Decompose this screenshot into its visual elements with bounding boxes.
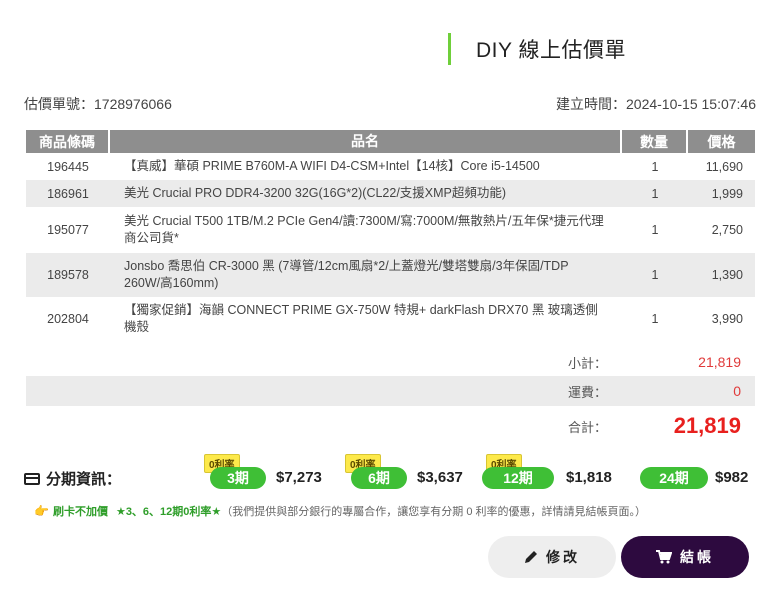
row-qty: 1: [622, 180, 688, 207]
installment-term: 24期: [640, 467, 708, 489]
row-code: 189578: [26, 253, 110, 297]
total-label: 合計：: [567, 419, 607, 435]
row-code: 196445: [26, 153, 110, 180]
quote-number: 估價單號：1728976066: [24, 96, 172, 112]
page-header: DIY 線上估價單: [448, 33, 626, 65]
header-price: 價格: [688, 130, 755, 153]
table-row: 186961 美光 Crucial PRO DDR4-3200 32G(16G*…: [26, 180, 755, 207]
row-price: 3,990: [688, 297, 755, 341]
cart-icon: [656, 550, 672, 564]
row-code: 195077: [26, 207, 110, 253]
header-qty: 數量: [622, 130, 688, 153]
installment-amount: $982: [715, 469, 749, 486]
subtotal-label: 小計：: [567, 355, 607, 371]
row-name: 美光 Crucial PRO DDR4-3200 32G(16G*2)(CL22…: [110, 180, 622, 207]
installment-label: 分期資訊：: [46, 471, 122, 488]
row-name: 【真威】華碩 PRIME B760M-A WIFI D4-CSM+Intel【1…: [110, 153, 622, 180]
row-code: 186961: [26, 180, 110, 207]
row-name: Jonsbo 喬思伯 CR-3000 黑 (7導管/12cm風扇*2/上蓋燈光/…: [110, 253, 622, 297]
checkout-button[interactable]: 結帳: [621, 536, 749, 578]
title-accent-bar: [448, 33, 451, 65]
credit-card-icon: [24, 472, 40, 485]
quote-table: 商品條碼 品名 數量 價格 196445 【真威】華碩 PRIME B760M-…: [26, 130, 755, 341]
shipping-label: 運費：: [567, 384, 607, 400]
pencil-icon: [525, 551, 537, 563]
row-price: 11,690: [688, 153, 755, 180]
checkout-button-label: 結帳: [680, 549, 714, 565]
table-row: 195077 美光 Crucial T500 1TB/M.2 PCIe Gen4…: [26, 207, 755, 253]
installment-amount: $3,637: [417, 469, 463, 486]
promo-line: 👉 刷卡不加價 ★3、6、12期0利率★ （我們提供與部分銀行的專屬合作，讓您享…: [34, 503, 646, 519]
table-row: 189578 Jonsbo 喬思伯 CR-3000 黑 (7導管/12cm風扇*…: [26, 253, 755, 297]
row-price: 1,999: [688, 180, 755, 207]
installment-term: 3期: [210, 467, 266, 489]
row-qty: 1: [622, 207, 688, 253]
header-code: 商品條碼: [26, 130, 110, 153]
installment-label-wrap: 分期資訊：: [24, 468, 121, 489]
row-code: 202804: [26, 297, 110, 341]
promo-note: （我們提供與部分銀行的專屬合作，讓您享有分期 0 利率的優惠，詳情請見結帳頁面。…: [221, 506, 646, 518]
edit-button-label: 修改: [546, 549, 580, 565]
subtotal-row: 小計： 21,819: [26, 348, 755, 376]
table-row: 202804 【獨家促銷】海韻 CONNECT PRIME GX-750W 特規…: [26, 297, 755, 341]
row-name: 【獨家促銷】海韻 CONNECT PRIME GX-750W 特規+ darkF…: [110, 297, 622, 341]
created-time: 建立時間：2024-10-15 15:07:46: [556, 96, 756, 112]
edit-button[interactable]: 修改: [488, 536, 616, 578]
header-name: 品名: [110, 130, 622, 153]
row-qty: 1: [622, 253, 688, 297]
subtotal-value: 21,819: [698, 354, 741, 370]
row-name: 美光 Crucial T500 1TB/M.2 PCIe Gen4/讀:7300…: [110, 207, 622, 253]
pointing-hand-icon: 👉: [34, 504, 49, 518]
table-header-row: 商品條碼 品名 數量 價格: [26, 130, 755, 153]
row-price: 2,750: [688, 207, 755, 253]
total-row: 合計： 21,819: [26, 408, 755, 444]
installment-term: 12期: [482, 467, 554, 489]
shipping-value: 0: [733, 383, 741, 399]
row-price: 1,390: [688, 253, 755, 297]
installment-amount: $1,818: [566, 469, 612, 486]
installment-amount: $7,273: [276, 469, 322, 486]
page-title: DIY 線上估價單: [476, 39, 626, 62]
row-qty: 1: [622, 297, 688, 341]
table-row: 196445 【真威】華碩 PRIME B760M-A WIFI D4-CSM+…: [26, 153, 755, 180]
installment-term: 6期: [351, 467, 407, 489]
promo-zero-interest: ★3、6、12期0利率★: [115, 506, 222, 518]
row-qty: 1: [622, 153, 688, 180]
promo-no-surcharge: 刷卡不加價: [52, 506, 108, 518]
total-value: 21,819: [673, 413, 741, 438]
shipping-row: 運費： 0: [26, 376, 755, 406]
